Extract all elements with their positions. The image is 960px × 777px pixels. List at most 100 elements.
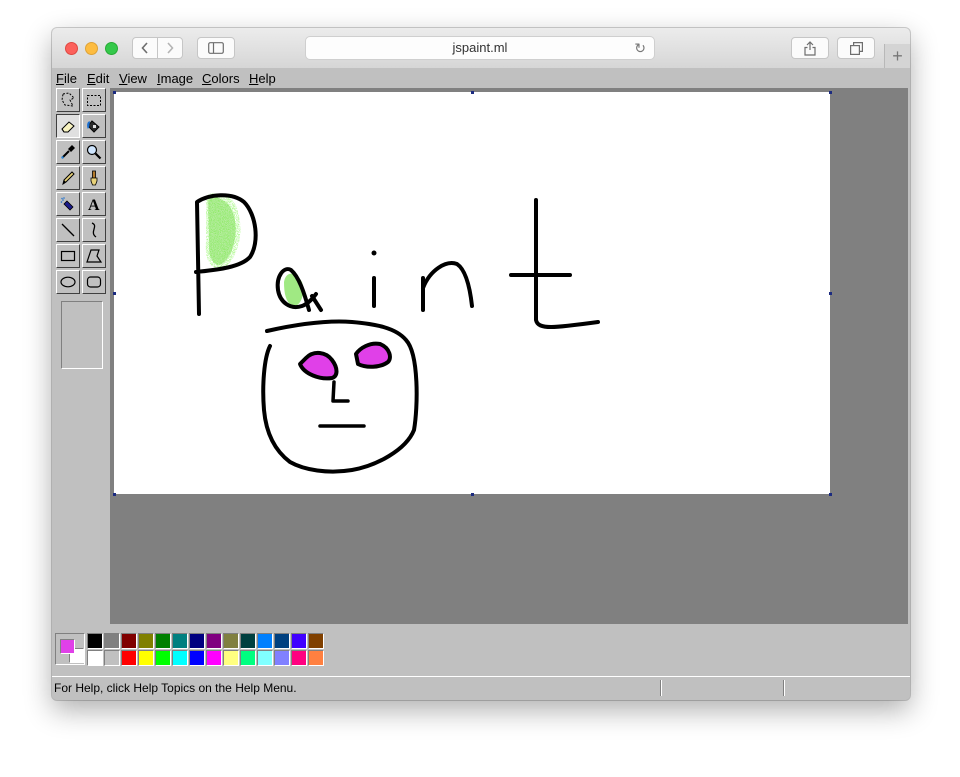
sidebar-icon	[208, 42, 224, 54]
tool-options-panel[interactable]	[61, 301, 103, 369]
drawing-artwork	[194, 193, 600, 474]
tool-magnifier[interactable]	[82, 140, 106, 164]
tool-ellipse[interactable]	[56, 270, 80, 294]
menu-edit[interactable]: Edit	[87, 71, 109, 86]
brush-icon	[90, 170, 98, 186]
palette-color-swatch[interactable]	[172, 650, 188, 666]
tool-polygon[interactable]	[82, 244, 106, 268]
browser-toolbar: jspaint.ml ↻ +	[52, 28, 910, 70]
resize-handle-left[interactable]	[113, 292, 116, 295]
status-help-text: For Help, click Help Topics on the Help …	[54, 681, 297, 695]
tabs-overview-icon	[849, 41, 863, 55]
back-button[interactable]	[132, 37, 158, 59]
menu-file[interactable]: File	[56, 71, 77, 86]
palette-color-swatch[interactable]	[240, 650, 256, 666]
tool-line[interactable]	[56, 218, 80, 242]
palette-color-swatch[interactable]	[257, 633, 273, 649]
palette-color-swatch[interactable]	[223, 633, 239, 649]
palette-color-swatch[interactable]	[291, 633, 307, 649]
address-bar[interactable]: jspaint.ml ↻	[305, 36, 655, 60]
forward-button[interactable]	[157, 37, 183, 59]
palette-color-swatch[interactable]	[291, 650, 307, 666]
palette-color-swatch[interactable]	[138, 650, 154, 666]
palette-color-swatch[interactable]	[121, 650, 137, 666]
menu-bar: File Edit View Image Colors Help	[52, 68, 910, 88]
tool-airbrush[interactable]	[56, 192, 80, 216]
reload-icon[interactable]: ↻	[634, 40, 646, 56]
close-window-button[interactable]	[65, 42, 78, 55]
tool-brush[interactable]	[82, 166, 106, 190]
tool-select[interactable]	[82, 88, 106, 112]
palette-color-swatch[interactable]	[223, 650, 239, 666]
palette-color-swatch[interactable]	[138, 633, 154, 649]
address-bar-url: jspaint.ml	[452, 40, 508, 55]
menu-view[interactable]: View	[119, 71, 147, 86]
polygon-icon	[86, 249, 103, 263]
resize-handle-top-right[interactable]	[829, 91, 832, 94]
palette-color-swatch[interactable]	[87, 633, 103, 649]
tool-curve[interactable]	[82, 218, 106, 242]
eyedropper-icon	[61, 145, 75, 159]
free-form-select-icon	[61, 92, 75, 107]
resize-handle-top[interactable]	[471, 91, 474, 94]
magnifier-icon	[86, 144, 102, 160]
palette-color-swatch[interactable]	[274, 650, 290, 666]
sidebar-button[interactable]	[197, 37, 235, 59]
tool-pick-color[interactable]	[56, 140, 80, 164]
palette-color-swatch[interactable]	[240, 633, 256, 649]
foreground-color-swatch[interactable]	[60, 639, 75, 654]
rectangle-icon	[60, 250, 76, 262]
color-box	[52, 626, 910, 672]
palette-color-swatch[interactable]	[308, 633, 324, 649]
minimize-window-button[interactable]	[85, 42, 98, 55]
tool-text[interactable]: A	[82, 192, 106, 216]
drawing-canvas[interactable]	[114, 92, 830, 494]
palette-color-swatch[interactable]	[257, 650, 273, 666]
new-tab-button[interactable]: +	[884, 44, 910, 70]
share-icon	[804, 40, 816, 56]
palette-color-swatch[interactable]	[206, 650, 222, 666]
palette-color-swatch[interactable]	[172, 633, 188, 649]
chevron-left-icon	[141, 42, 148, 54]
ellipse-icon	[60, 276, 76, 288]
palette-color-swatch[interactable]	[308, 650, 324, 666]
palette-color-swatch[interactable]	[104, 650, 120, 666]
palette-color-swatch[interactable]	[87, 650, 103, 666]
select-icon	[87, 95, 101, 106]
palette-color-swatch[interactable]	[274, 633, 290, 649]
tool-pencil[interactable]	[56, 166, 80, 190]
current-colors[interactable]	[55, 633, 85, 665]
zoom-window-button[interactable]	[105, 42, 118, 55]
tool-box: A	[54, 88, 109, 626]
canvas-area[interactable]	[110, 88, 908, 624]
palette-color-swatch[interactable]	[155, 633, 171, 649]
tool-eraser[interactable]	[56, 114, 80, 138]
tool-rounded-rectangle[interactable]	[82, 270, 106, 294]
tool-fill-with-color[interactable]	[82, 114, 106, 138]
resize-handle-top-left[interactable]	[113, 91, 116, 94]
curve-icon	[91, 222, 97, 238]
tool-rectangle[interactable]	[56, 244, 80, 268]
palette-color-swatch[interactable]	[155, 650, 171, 666]
show-tabs-button[interactable]	[837, 37, 875, 59]
status-divider	[660, 680, 662, 696]
palette-color-swatch[interactable]	[189, 650, 205, 666]
menu-help[interactable]: Help	[249, 71, 276, 86]
resize-handle-bottom-left[interactable]	[113, 493, 116, 496]
chevron-right-icon	[167, 42, 174, 54]
menu-image[interactable]: Image	[157, 71, 193, 86]
airbrush-icon	[60, 197, 74, 211]
status-bar: For Help, click Help Topics on the Help …	[52, 676, 910, 700]
tool-free-form-select[interactable]	[56, 88, 80, 112]
rounded-rectangle-icon	[86, 276, 102, 288]
palette-color-swatch[interactable]	[104, 633, 120, 649]
text-icon: A	[88, 197, 100, 213]
palette-color-swatch[interactable]	[189, 633, 205, 649]
palette-color-swatch[interactable]	[206, 633, 222, 649]
share-button[interactable]	[791, 37, 829, 59]
palette-color-swatch[interactable]	[121, 633, 137, 649]
resize-handle-right[interactable]	[829, 292, 832, 295]
resize-handle-bottom-right[interactable]	[829, 493, 832, 496]
resize-handle-bottom[interactable]	[471, 493, 474, 496]
menu-colors[interactable]: Colors	[202, 71, 240, 86]
